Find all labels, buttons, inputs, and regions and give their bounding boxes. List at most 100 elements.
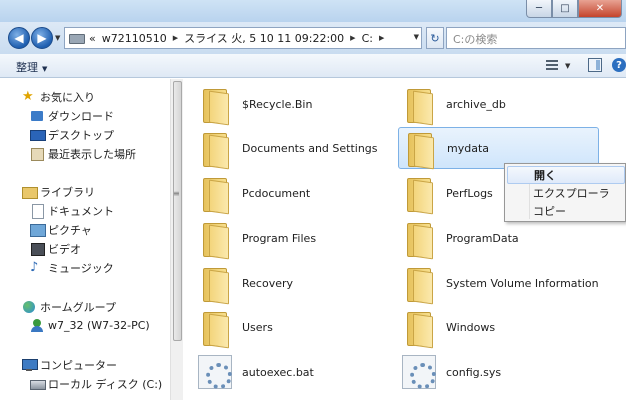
document-icon	[30, 204, 44, 219]
favorites-group[interactable]: ★ お気に入り	[22, 87, 95, 106]
nav-item-pictures[interactable]: ピクチャ	[30, 220, 92, 239]
desktop-icon	[30, 128, 46, 141]
video-icon	[30, 242, 45, 256]
item-name: config.sys	[446, 365, 502, 379]
folder-item[interactable]: System Volume Information	[388, 262, 626, 304]
command-bar: 整理 ▼ ▼ ?	[0, 54, 626, 78]
folder-icon	[200, 220, 230, 257]
menu-item-copy[interactable]: コピー	[507, 202, 625, 220]
folder-icon	[405, 130, 435, 167]
address-bar[interactable]: « w72110510 ▶ スライス 火, 5 10 11 09:22:00 ▶…	[64, 27, 422, 49]
navigation-bar: ◀ ▶ ▼ « w72110510 ▶ スライス 火, 5 10 11 09:2…	[0, 22, 626, 54]
chevron-down-icon: ▼	[42, 65, 48, 73]
libraries-group[interactable]: ライブラリ	[22, 182, 95, 201]
nav-item-music[interactable]: ♪ ミュージック	[30, 258, 114, 277]
homegroup-label: ホームグループ	[40, 300, 117, 314]
file-item[interactable]: autoexec.bat	[184, 351, 384, 393]
nav-item-local-disk[interactable]: ローカル ディスク (C:)	[30, 374, 162, 393]
chevron-right-icon[interactable]: ▶	[170, 34, 181, 42]
folder-item[interactable]: archive_db	[388, 83, 588, 125]
minimize-button[interactable]: ─	[526, 0, 552, 18]
nav-item-label: ミュージック	[48, 261, 114, 275]
computer-icon	[22, 358, 38, 371]
recent-places-icon	[30, 147, 44, 161]
folder-icon	[200, 130, 230, 167]
folder-icon	[200, 175, 230, 212]
title-bar: ─ □ ✕	[0, 0, 626, 22]
folder-item[interactable]: Documents and Settings	[184, 127, 384, 169]
folder-item[interactable]: ProgramData	[388, 217, 588, 259]
nav-item-videos[interactable]: ビデオ	[30, 239, 81, 258]
downloads-folder-icon	[30, 109, 44, 122]
organize-button[interactable]: 整理 ▼	[16, 59, 47, 75]
breadcrumb-snapshot[interactable]: スライス 火, 5 10 11 09:22:00	[181, 30, 347, 46]
menu-item-open[interactable]: 開く	[507, 166, 625, 184]
close-button[interactable]: ✕	[578, 0, 622, 18]
view-options-dropdown-icon[interactable]: ▼	[565, 62, 570, 70]
computer-icon	[68, 31, 86, 45]
help-icon[interactable]: ?	[612, 58, 626, 72]
libraries-label: ライブラリ	[40, 185, 95, 199]
address-dropdown-icon[interactable]: ▼	[414, 33, 419, 41]
folder-item[interactable]: Pcdocument	[184, 172, 384, 214]
user-icon	[30, 319, 44, 332]
nav-item-label: デスクトップ	[48, 128, 114, 142]
refresh-button[interactable]: ↻	[426, 27, 444, 49]
drive-icon	[30, 377, 46, 390]
menu-item-explorer[interactable]: エクスプローラ	[507, 184, 625, 202]
folder-item[interactable]: Recovery	[184, 262, 384, 304]
breadcrumb-host[interactable]: w72110510	[99, 32, 170, 45]
folder-item[interactable]: $Recycle.Bin	[184, 83, 384, 125]
folder-icon	[404, 309, 434, 346]
item-name: Windows	[446, 320, 496, 334]
item-name: $Recycle.Bin	[242, 97, 313, 111]
breadcrumb-overflow[interactable]: «	[86, 32, 99, 45]
folder-item[interactable]: Windows	[388, 306, 588, 348]
folder-icon	[404, 220, 434, 257]
window-controls: ─ □ ✕	[526, 0, 622, 18]
system-file-icon	[198, 355, 232, 389]
homegroup-group[interactable]: ホームグループ	[22, 297, 116, 316]
forward-button[interactable]: ▶	[31, 27, 53, 49]
nav-item-desktop[interactable]: デスクトップ	[30, 125, 114, 144]
item-name: mydata	[447, 141, 490, 155]
folder-item[interactable]: Users	[184, 306, 384, 348]
search-input[interactable]: C:の検索	[446, 27, 626, 49]
folder-icon	[200, 265, 230, 302]
context-menu: 開く エクスプローラ コピー	[504, 163, 626, 222]
item-name: System Volume Information	[446, 276, 599, 290]
grip-icon: ≡	[173, 189, 180, 198]
item-name: Program Files	[242, 231, 317, 245]
nav-item-label: ダウンロード	[48, 109, 114, 123]
favorites-label: お気に入り	[40, 90, 95, 104]
change-view-icon[interactable]	[546, 59, 562, 72]
file-item[interactable]: config.sys	[388, 351, 588, 393]
item-name: Pcdocument	[242, 186, 311, 200]
nav-item-downloads[interactable]: ダウンロード	[30, 106, 114, 125]
preview-pane-icon[interactable]	[588, 58, 602, 72]
item-name: autoexec.bat	[242, 365, 314, 379]
navigation-pane-scrollbar[interactable]: ≡	[170, 79, 183, 400]
breadcrumb-drive[interactable]: C:	[359, 32, 376, 45]
folder-icon	[404, 265, 434, 302]
folder-icon	[404, 175, 434, 212]
back-button[interactable]: ◀	[8, 27, 30, 49]
nav-item-documents[interactable]: ドキュメント	[30, 201, 114, 220]
organize-label: 整理	[16, 61, 38, 74]
item-name: archive_db	[446, 97, 506, 111]
recent-pages-dropdown-icon[interactable]: ▼	[55, 34, 60, 42]
folder-item[interactable]: Program Files	[184, 217, 384, 259]
item-name: PerfLogs	[446, 186, 493, 200]
chevron-right-icon[interactable]: ▶	[347, 34, 358, 42]
nav-item-label: 最近表示した場所	[48, 147, 136, 161]
scrollbar-thumb[interactable]	[173, 81, 182, 341]
nav-item-homegroup-user[interactable]: w7_32 (W7-32-PC)	[30, 316, 150, 335]
nav-item-recent-places[interactable]: 最近表示した場所	[30, 144, 136, 163]
maximize-button[interactable]: □	[552, 0, 578, 18]
nav-item-label: ローカル ディスク (C:)	[48, 377, 163, 391]
computer-label: コンピューター	[40, 358, 117, 372]
computer-group[interactable]: コンピューター	[22, 355, 117, 374]
chevron-right-icon[interactable]: ▶	[376, 34, 387, 42]
item-name: Documents and Settings	[242, 141, 378, 155]
item-name: Recovery	[242, 276, 294, 290]
